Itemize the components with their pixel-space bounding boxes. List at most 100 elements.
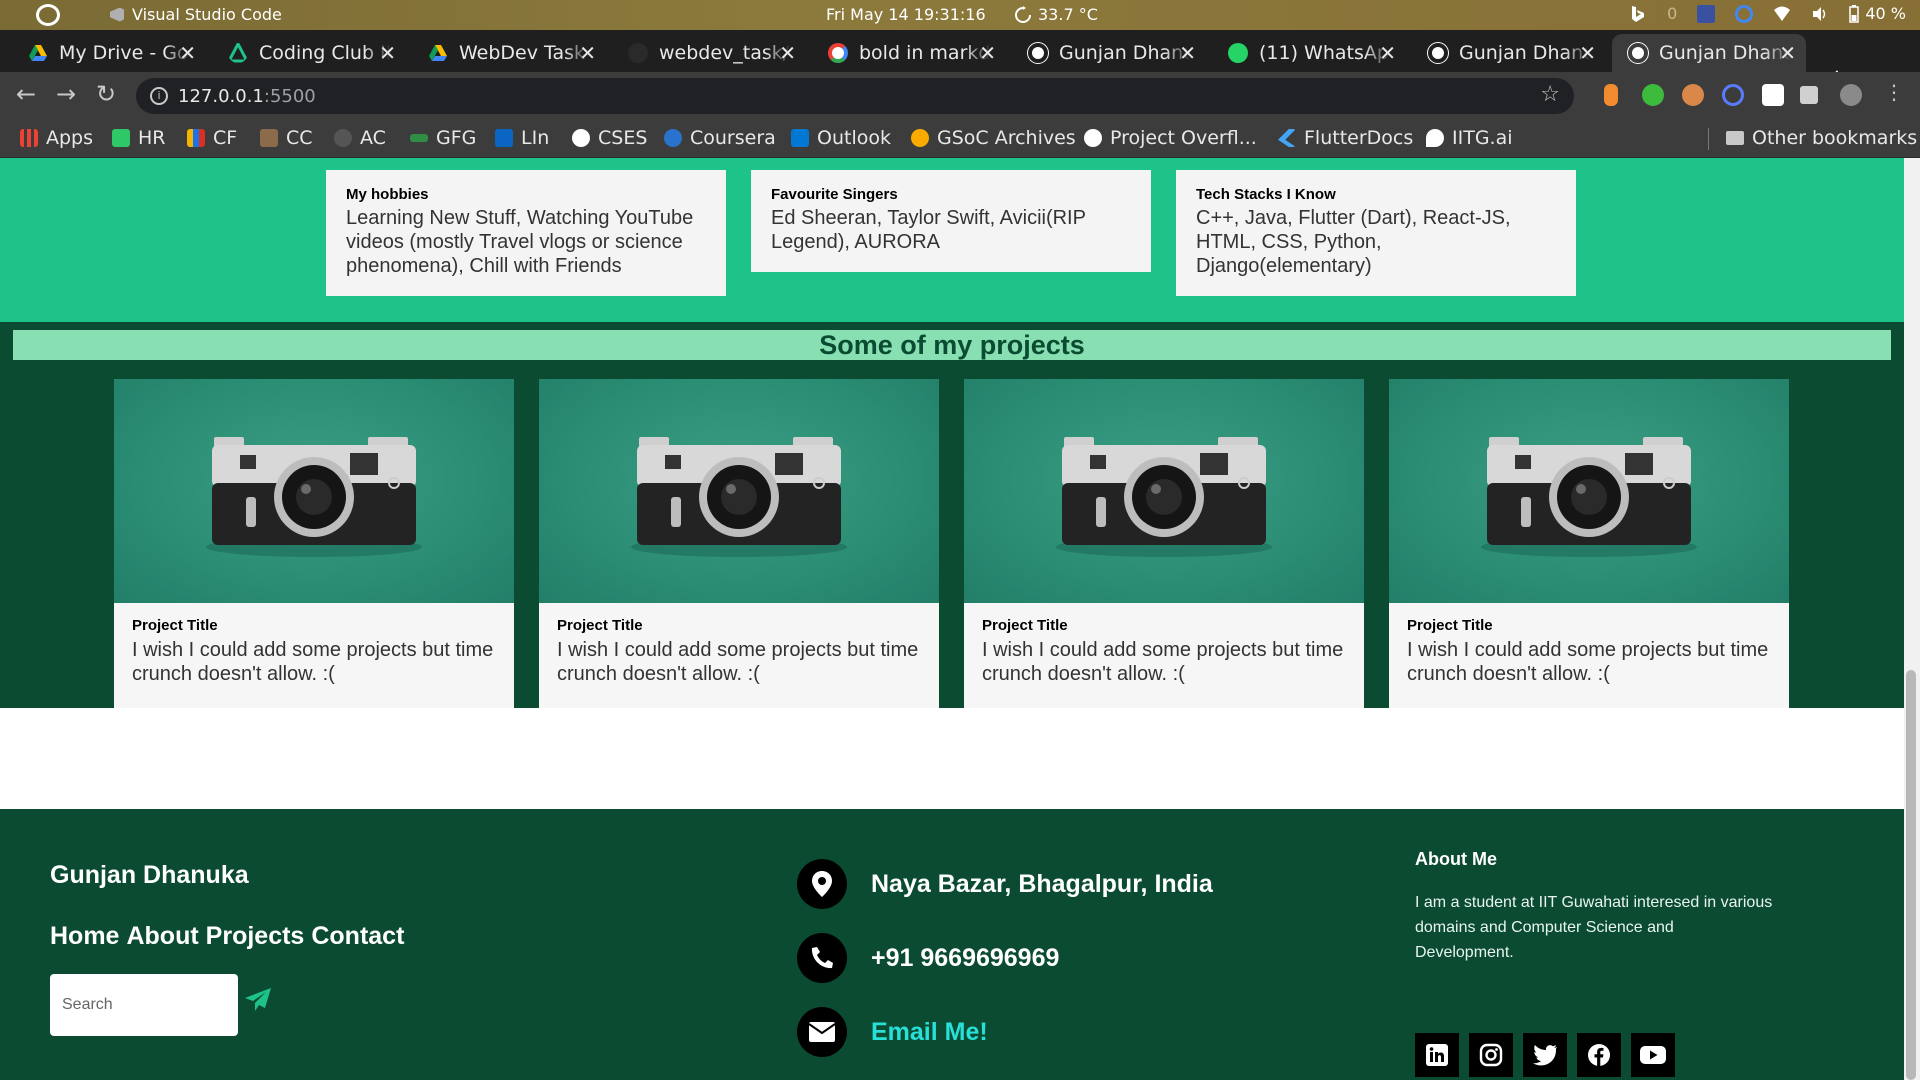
youtube-icon[interactable]: [1631, 1033, 1675, 1077]
extension-orange-icon[interactable]: [1604, 84, 1618, 106]
tab-github-repo[interactable]: webdev_task/ ✕: [612, 34, 806, 72]
bookmark-gsoc[interactable]: GSoC Archives: [911, 127, 1076, 149]
footer-search-input[interactable]: [50, 974, 238, 1036]
volume-icon[interactable]: [1811, 5, 1829, 23]
contact-address: Naya Bazar, Bhagalpur, India: [871, 869, 1213, 898]
extensions-puzzle-icon[interactable]: [1800, 86, 1818, 104]
footer-link-about[interactable]: About: [126, 922, 198, 951]
forward-arrow-icon[interactable]: →: [56, 80, 76, 108]
temperature-indicator[interactable]: 33.7 °C: [1014, 5, 1098, 24]
project-card[interactable]: Project Title I wish I could add some pr…: [964, 379, 1364, 708]
bookmarks-divider: [1708, 128, 1709, 150]
active-app-indicator[interactable]: Visual Studio Code: [110, 5, 282, 24]
project-title: Project Title: [557, 617, 643, 634]
extension-plus-icon[interactable]: [1642, 84, 1664, 106]
tab-google-drive[interactable]: My Drive - Google Drive ✕: [12, 34, 206, 72]
close-tab-icon[interactable]: ✕: [1179, 41, 1196, 65]
twitter-icon[interactable]: [1523, 1033, 1567, 1077]
extension-gear-icon[interactable]: [1682, 84, 1704, 106]
project-card[interactable]: Project Title I wish I could add some pr…: [1389, 379, 1789, 708]
bookmark-coursera[interactable]: Coursera: [664, 127, 776, 149]
project-title: Project Title: [132, 617, 218, 634]
tab-portfolio-2[interactable]: Gunjan Dhanuka ✕: [1412, 34, 1606, 72]
email-link[interactable]: Email Me!: [871, 1018, 988, 1047]
bookmark-flutterdocs[interactable]: FlutterDocs: [1278, 127, 1413, 149]
activities-icon[interactable]: [36, 4, 60, 26]
close-tab-icon[interactable]: ✕: [1379, 41, 1396, 65]
card-title: Tech Stacks I Know: [1196, 186, 1336, 203]
other-bookmarks[interactable]: Other bookmarks: [1726, 127, 1917, 149]
close-tab-icon[interactable]: ✕: [1579, 41, 1596, 65]
google-icon[interactable]: [1735, 4, 1754, 23]
bookmark-project-overflow[interactable]: Project Overfl...: [1084, 127, 1257, 149]
bookmark-label: IITG.ai: [1452, 127, 1513, 149]
close-tab-icon[interactable]: ✕: [1779, 41, 1796, 65]
footer-link-contact[interactable]: Contact: [311, 922, 404, 951]
contact-phone[interactable]: +91 9669696969: [871, 944, 1059, 973]
tab-title: webdev_task/: [659, 42, 790, 64]
bookmark-label: LIn: [521, 127, 550, 149]
bookmark-cf[interactable]: CF: [187, 127, 237, 149]
project-card[interactable]: Project Title I wish I could add some pr…: [539, 379, 939, 708]
project-card[interactable]: Project Title I wish I could add some pr…: [114, 379, 514, 708]
bookmark-cses[interactable]: CSES: [572, 127, 647, 149]
linkedin-icon[interactable]: [1415, 1033, 1459, 1077]
tab-whatsapp[interactable]: (11) WhatsApp ✕: [1212, 34, 1406, 72]
codechef-icon: [260, 129, 278, 147]
close-tab-icon[interactable]: ✕: [579, 41, 596, 65]
wifi-icon[interactable]: [1773, 5, 1791, 23]
reload-icon[interactable]: ↻: [96, 80, 116, 108]
tab-portfolio-active[interactable]: Gunjan Dhanuka ✕: [1612, 34, 1806, 72]
bookmark-linkedin[interactable]: LIn: [495, 127, 549, 149]
site-info-icon[interactable]: i: [150, 87, 168, 105]
bookmark-hr[interactable]: HR: [112, 127, 166, 149]
envelope-icon: [797, 1007, 847, 1057]
battery-indicator[interactable]: 40 %: [1849, 4, 1906, 23]
refresh-icon: [1015, 5, 1031, 23]
close-tab-icon[interactable]: ✕: [979, 41, 996, 65]
project-image: [539, 379, 939, 603]
folder-icon: [1726, 131, 1744, 145]
browser-menu-icon[interactable]: ⋮: [1884, 80, 1904, 104]
bookmark-apps[interactable]: Apps: [20, 127, 93, 149]
globe-icon: [1028, 43, 1048, 63]
bing-icon[interactable]: [1629, 5, 1647, 23]
back-arrow-icon[interactable]: ←: [16, 80, 36, 108]
contact-email-row: Email Me!: [797, 1007, 988, 1057]
bookmark-label: CSES: [598, 127, 648, 149]
globe-icon: [1628, 43, 1648, 63]
project-title: Project Title: [982, 617, 1068, 634]
address-bar[interactable]: i 127.0.0.1:5500 ☆: [136, 78, 1574, 114]
notion-icon[interactable]: [1762, 84, 1784, 106]
bookmark-cc[interactable]: CC: [260, 127, 313, 149]
instagram-icon[interactable]: [1469, 1033, 1513, 1077]
tab-webdev-task[interactable]: WebDev Task ✕: [412, 34, 606, 72]
scrollbar-thumb[interactable]: [1906, 670, 1916, 1080]
footer-link-projects[interactable]: Projects: [206, 922, 305, 951]
bookmark-ac[interactable]: AC: [334, 127, 386, 149]
project-body: Project Title I wish I could add some pr…: [982, 617, 1352, 686]
bookmark-outlook[interactable]: Outlook: [791, 127, 891, 149]
bookmark-gfg[interactable]: GFG: [410, 127, 476, 149]
close-tab-icon[interactable]: ✕: [379, 41, 396, 65]
facebook-icon[interactable]: [1577, 1033, 1621, 1077]
vscode-icon: [110, 7, 124, 22]
close-tab-icon[interactable]: ✕: [779, 41, 796, 65]
send-icon[interactable]: [244, 987, 272, 1013]
extension-audio-icon[interactable]: [1722, 84, 1744, 106]
linkedin-icon: [495, 129, 513, 147]
system-clock[interactable]: Fri May 14 19:31:16: [826, 5, 986, 24]
flag-icon[interactable]: [1697, 4, 1716, 23]
close-tab-icon[interactable]: ✕: [179, 41, 196, 65]
camera-icon: [1481, 437, 1697, 557]
url-host: 127.0.0.1: [178, 85, 264, 107]
tab-coding-club[interactable]: Coding Club IITG ✕: [212, 34, 406, 72]
footer-link-home[interactable]: Home: [50, 922, 119, 951]
tab-google-search[interactable]: bold in markdown ✕: [812, 34, 1006, 72]
tray-counter[interactable]: 0: [1667, 4, 1677, 23]
profile-avatar[interactable]: [1840, 84, 1862, 106]
bookmark-star-icon[interactable]: ☆: [1540, 82, 1560, 107]
github-icon: [628, 43, 648, 63]
tab-portfolio-1[interactable]: Gunjan Dhanuka ✕: [1012, 34, 1206, 72]
bookmark-iitg-ai[interactable]: IITG.ai: [1426, 127, 1513, 149]
